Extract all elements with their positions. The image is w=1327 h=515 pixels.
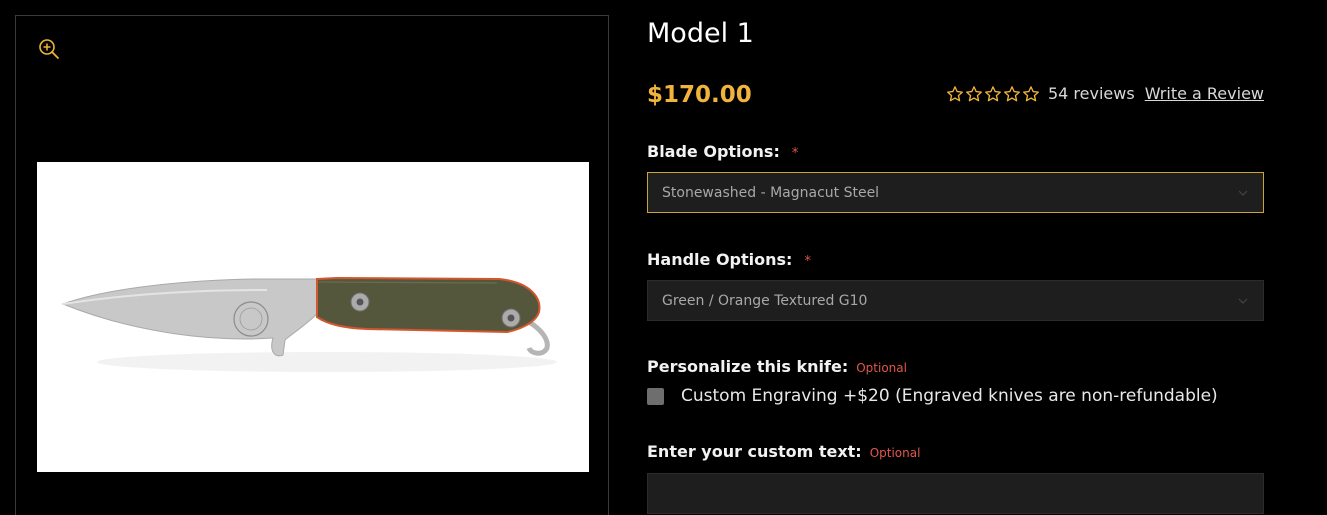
- required-marker: *: [804, 254, 811, 269]
- custom-engraving-option[interactable]: Custom Engraving +$20 (Engraved knives a…: [647, 386, 1218, 406]
- blade-options-label-text: Blade Options:: [647, 142, 780, 161]
- handle-options-label-text: Handle Options:: [647, 250, 793, 269]
- star-rating[interactable]: [946, 85, 1040, 103]
- product-gallery: [15, 15, 609, 515]
- product-image[interactable]: [37, 162, 589, 472]
- chevron-down-icon: [1238, 298, 1248, 304]
- star-icon: [985, 85, 1001, 101]
- handle-options-select[interactable]: Green / Orange Textured G10: [647, 280, 1264, 321]
- handle-options-label: Handle Options: *: [647, 250, 811, 269]
- optional-badge: Optional: [856, 361, 907, 375]
- blade-options-select[interactable]: Stonewashed - Magnacut Steel: [647, 172, 1264, 213]
- zoom-in-icon[interactable]: [37, 37, 61, 61]
- blade-options-label: Blade Options: *: [647, 142, 798, 161]
- star-icon: [1023, 85, 1039, 101]
- star-icon: [947, 85, 963, 101]
- star-icon: [1004, 85, 1020, 101]
- handle-options-value: Green / Orange Textured G10: [662, 292, 868, 309]
- custom-engraving-checkbox[interactable]: [647, 387, 664, 405]
- required-marker: *: [791, 146, 799, 161]
- star-icon: [966, 85, 982, 101]
- personalize-label-text: Personalize this knife:: [647, 357, 849, 376]
- product-title: Model 1: [647, 18, 754, 49]
- custom-engraving-label[interactable]: Custom Engraving +$20 (Engraved knives a…: [681, 386, 1218, 406]
- write-review-link[interactable]: Write a Review: [1145, 84, 1264, 103]
- custom-text-input[interactable]: [647, 473, 1264, 514]
- optional-badge: Optional: [869, 446, 921, 460]
- rating-summary: 54 reviews Write a Review: [946, 84, 1264, 103]
- chevron-down-icon: [1238, 190, 1248, 196]
- custom-text-label: Enter your custom text: Optional: [647, 442, 920, 461]
- personalize-label: Personalize this knife: Optional: [647, 357, 907, 376]
- custom-text-label-text: Enter your custom text:: [647, 442, 862, 461]
- blade-options-value: Stonewashed - Magnacut Steel: [662, 184, 880, 201]
- review-count[interactable]: 54 reviews: [1048, 84, 1135, 103]
- product-price: $170.00: [647, 82, 752, 108]
